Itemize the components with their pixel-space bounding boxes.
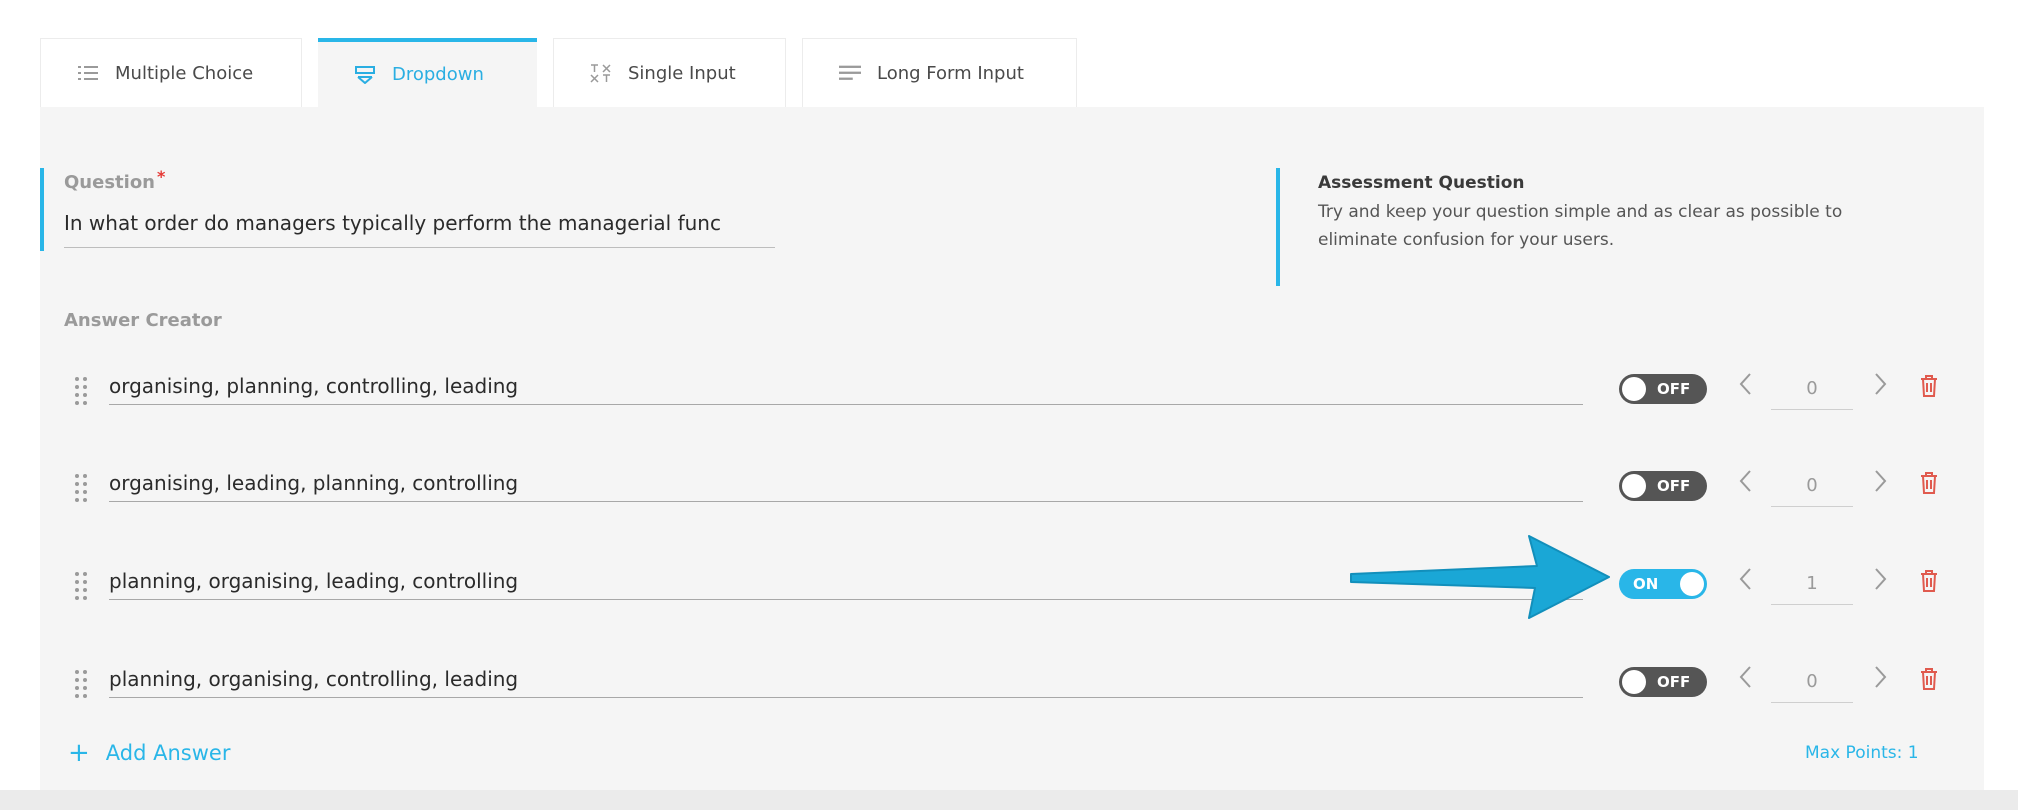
question-editor-panel: Question * In what order do managers typi… <box>40 107 1984 790</box>
tab-label: Long Form Input <box>877 62 1024 84</box>
toggle-label: ON <box>1633 575 1659 593</box>
answer-input[interactable]: organising, planning, controlling, leadi… <box>109 362 1583 405</box>
toggle-knob <box>1680 572 1704 596</box>
trash-icon[interactable] <box>1920 569 1938 593</box>
toggle-knob <box>1622 670 1646 694</box>
tab-label: Single Input <box>628 62 736 84</box>
toggle-label: OFF <box>1657 477 1691 495</box>
chevron-right-icon[interactable] <box>1870 467 1890 495</box>
toggle-label: OFF <box>1657 380 1691 398</box>
correct-toggle[interactable]: OFF <box>1619 471 1707 501</box>
answer-input[interactable]: organising, leading, planning, controlli… <box>109 459 1583 502</box>
answer-input[interactable]: planning, organising, controlling, leadi… <box>109 655 1583 698</box>
chevron-right-icon[interactable] <box>1870 663 1890 691</box>
chevron-left-icon[interactable] <box>1736 467 1756 495</box>
paragraph-icon <box>839 62 861 84</box>
tab-label: Multiple Choice <box>115 62 254 84</box>
points-value[interactable]: 1 <box>1771 563 1853 605</box>
add-answer-button[interactable]: + Add Answer <box>68 740 230 766</box>
trash-icon[interactable] <box>1920 471 1938 495</box>
points-value[interactable]: 0 <box>1771 661 1853 703</box>
correct-toggle[interactable]: ON <box>1619 569 1707 599</box>
answer-creator-label: Answer Creator <box>64 310 222 331</box>
list-icon <box>77 62 99 84</box>
question-input[interactable]: In what order do managers typically perf… <box>64 207 775 248</box>
tab-single-input[interactable]: Single Input <box>553 38 786 107</box>
answer-row: organising, leading, planning, controlli… <box>40 459 1984 519</box>
tab-long-form-input[interactable]: Long Form Input <box>802 38 1077 107</box>
assessment-accent-bar <box>1276 168 1280 286</box>
drag-handle-icon[interactable] <box>74 473 88 503</box>
dropdown-icon <box>354 64 376 86</box>
question-label: Question * <box>64 167 165 193</box>
answer-row: planning, organising, leading, controlli… <box>40 557 1984 617</box>
answer-row: organising, planning, controlling, leadi… <box>40 362 1984 422</box>
question-label-text: Question <box>64 172 155 193</box>
chevron-left-icon[interactable] <box>1736 370 1756 398</box>
correct-toggle[interactable]: OFF <box>1619 667 1707 697</box>
tab-multiple-choice[interactable]: Multiple Choice <box>40 38 302 107</box>
annotation-arrow-icon <box>1350 535 1610 619</box>
correct-toggle[interactable]: OFF <box>1619 374 1707 404</box>
toggle-knob <box>1622 377 1646 401</box>
chevron-left-icon[interactable] <box>1736 565 1756 593</box>
trash-icon[interactable] <box>1920 374 1938 398</box>
max-points-label: Max Points: 1 <box>1805 743 1919 763</box>
required-marker: * <box>157 167 166 186</box>
trash-icon[interactable] <box>1920 667 1938 691</box>
answer-row: planning, organising, controlling, leadi… <box>40 655 1984 715</box>
text-icon <box>590 62 612 84</box>
chevron-right-icon[interactable] <box>1870 370 1890 398</box>
question-accent-bar <box>40 168 44 251</box>
bottom-divider <box>0 790 2018 810</box>
drag-handle-icon[interactable] <box>74 571 88 601</box>
assessment-hint: Try and keep your question simple and as… <box>1318 202 1843 250</box>
points-value[interactable]: 0 <box>1771 465 1853 507</box>
tab-label: Dropdown <box>392 64 484 85</box>
drag-handle-icon[interactable] <box>74 669 88 699</box>
chevron-left-icon[interactable] <box>1736 663 1756 691</box>
points-value[interactable]: 0 <box>1771 368 1853 410</box>
add-answer-label: Add Answer <box>105 741 231 765</box>
assessment-title: Assessment Question <box>1318 173 1525 193</box>
chevron-right-icon[interactable] <box>1870 565 1890 593</box>
drag-handle-icon[interactable] <box>74 376 88 406</box>
toggle-label: OFF <box>1657 673 1691 691</box>
question-type-tabs: Multiple Choice Dropdown Single Input Lo… <box>40 38 1077 107</box>
plus-icon: + <box>68 738 90 768</box>
toggle-knob <box>1622 474 1646 498</box>
tab-dropdown[interactable]: Dropdown <box>318 38 537 107</box>
